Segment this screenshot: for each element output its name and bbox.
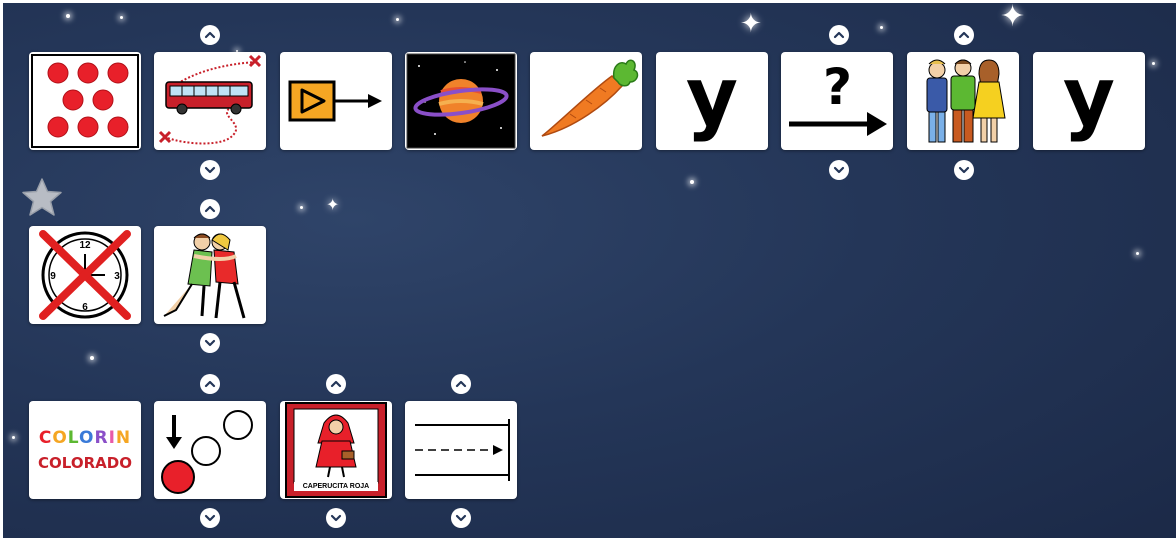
colorado-text: COLORADO: [38, 454, 132, 472]
picto-no-time-clock[interactable]: 12 3 6 9: [29, 226, 141, 324]
picto-lines-end[interactable]: [405, 401, 517, 499]
eight-dots-icon: [31, 54, 139, 148]
star-decoration: [396, 18, 399, 21]
chevron-down-icon[interactable]: [200, 508, 220, 528]
star-decoration: [300, 206, 303, 209]
picto-caperucita-roja[interactable]: CAPERUCITA ROJA: [280, 401, 392, 499]
star-icon[interactable]: [20, 176, 64, 218]
chevron-up-icon[interactable]: [326, 374, 346, 394]
clock-number-3: 3: [114, 271, 120, 282]
carrot-icon: [541, 59, 639, 137]
star-decoration: [690, 180, 694, 184]
chevron-down-icon[interactable]: [200, 333, 220, 353]
planet-icon: [406, 53, 516, 149]
clock-number-9: 9: [50, 271, 56, 282]
question-mark: ?: [823, 58, 852, 116]
chevron-down-icon[interactable]: [829, 160, 849, 180]
book-caption: CAPERUCITA ROJA: [294, 482, 378, 491]
play-arrow-icon: [288, 80, 382, 122]
sparkle-decoration: ✦: [326, 197, 340, 214]
picto-people-group[interactable]: [907, 52, 1019, 150]
picto-hug[interactable]: [154, 226, 266, 324]
picto-colorin-colorado[interactable]: COLORIN COLORADO: [29, 401, 141, 499]
picto-bus-route[interactable]: [154, 52, 266, 150]
colorin-text: COLORIN: [38, 428, 132, 448]
picto-play-arrow[interactable]: [280, 52, 392, 150]
sparkle-decoration: ✦: [740, 8, 762, 38]
picto-circles-down[interactable]: [154, 401, 266, 499]
chevron-down-icon[interactable]: [954, 160, 974, 180]
picto-carrot[interactable]: [530, 52, 642, 150]
lines-end-icon: [415, 419, 510, 481]
star-decoration: [1136, 252, 1139, 255]
chevron-up-icon[interactable]: [451, 374, 471, 394]
chevron-up-icon[interactable]: [829, 25, 849, 45]
chevron-down-icon[interactable]: [200, 160, 220, 180]
chevron-up-icon[interactable]: [200, 25, 220, 45]
chevron-up-icon[interactable]: [200, 374, 220, 394]
star-decoration: [66, 14, 70, 18]
sparkle-decoration: ✦: [1000, 0, 1026, 33]
star-decoration: [120, 16, 123, 19]
chevron-up-icon[interactable]: [954, 25, 974, 45]
star-decoration: [880, 26, 883, 29]
chevron-down-icon[interactable]: [326, 508, 346, 528]
people-group-icon: [926, 59, 1006, 143]
hug-icon: [163, 233, 246, 319]
question-arrow-icon: ?: [789, 58, 887, 136]
star-decoration: [90, 356, 94, 360]
picto-planet[interactable]: [405, 52, 517, 150]
clock-number-6: 6: [82, 302, 88, 313]
picto-letter-y[interactable]: y: [1033, 52, 1145, 150]
crossed-clock-icon: 12 3 6 9: [39, 230, 131, 320]
picto-eight-dots[interactable]: [29, 52, 141, 150]
picto-letter-y[interactable]: y: [656, 52, 768, 150]
picto-question-arrow[interactable]: ?: [781, 52, 893, 150]
letter-y-label: y: [685, 52, 739, 143]
letter-y-label: y: [1062, 52, 1116, 143]
circles-down-icon: [161, 410, 253, 494]
star-decoration: [1152, 62, 1155, 65]
star-decoration: [12, 436, 15, 439]
chevron-up-icon[interactable]: [200, 199, 220, 219]
bus-route-icon: [158, 54, 262, 145]
chevron-down-icon[interactable]: [451, 508, 471, 528]
clock-number-12: 12: [79, 240, 91, 251]
